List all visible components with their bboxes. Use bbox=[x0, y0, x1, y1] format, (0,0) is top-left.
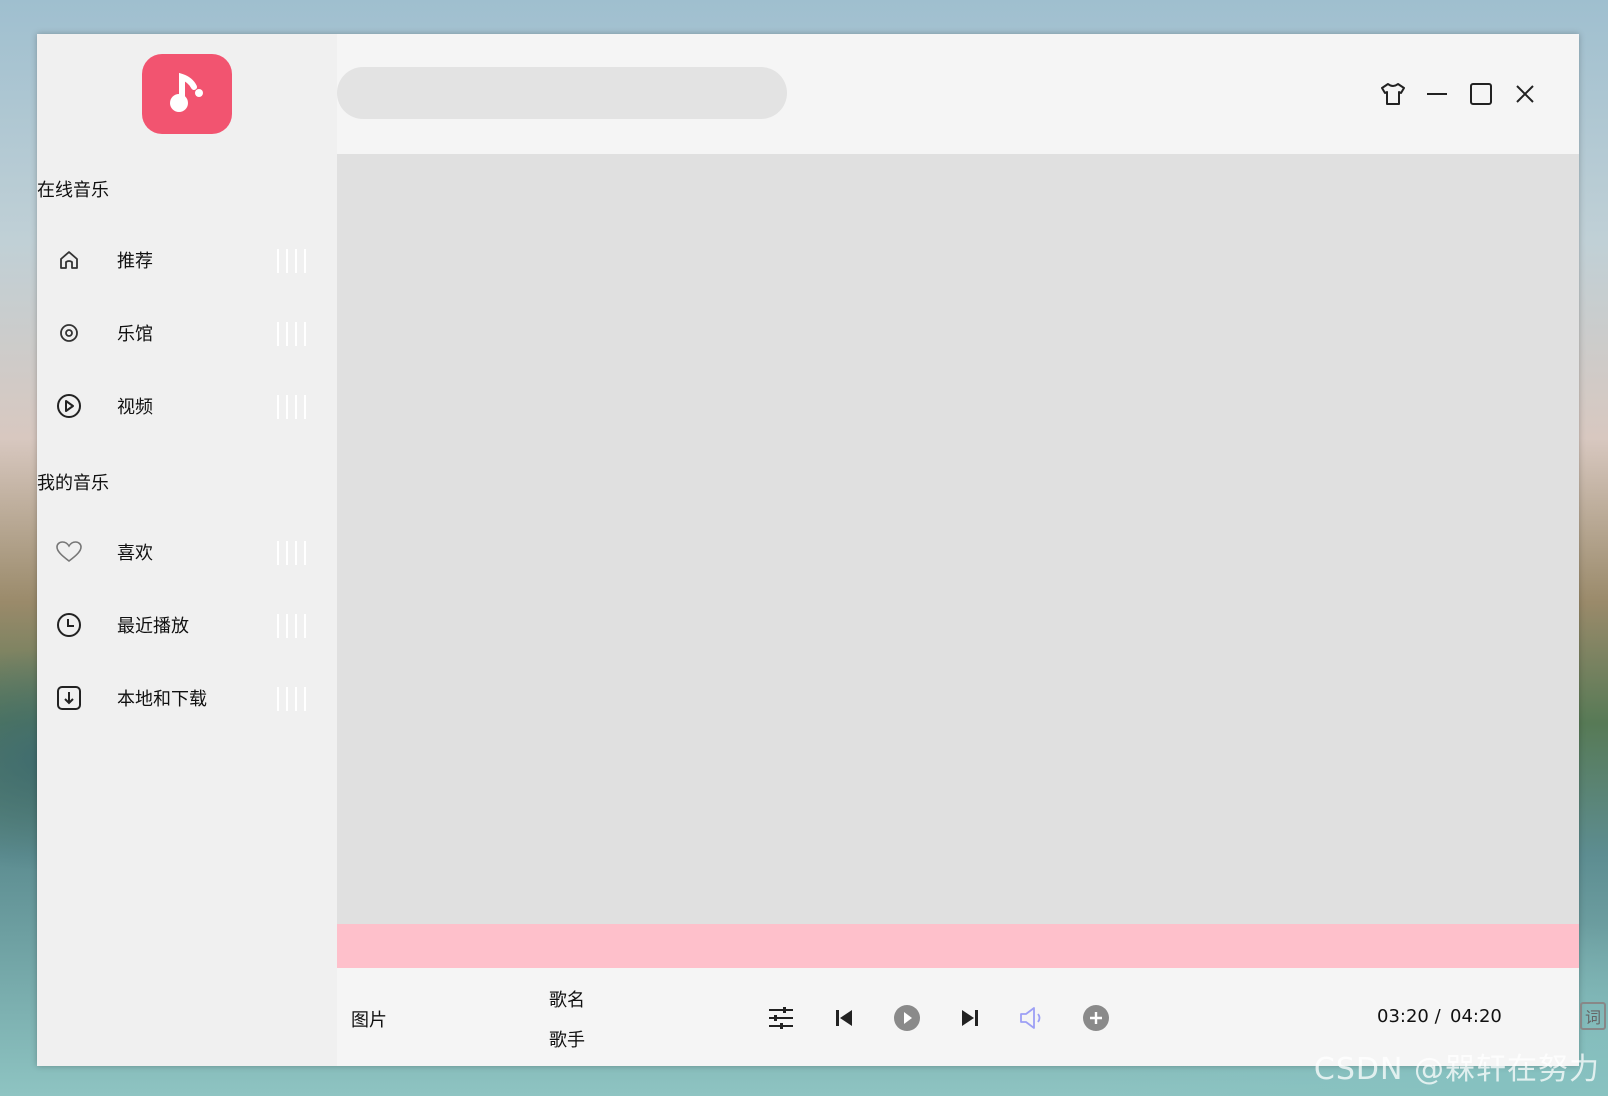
current-time: 03:20 / bbox=[1377, 1006, 1441, 1027]
sidebar-item-video[interactable]: 视频 bbox=[37, 386, 337, 426]
album-image-placeholder: 图片 bbox=[351, 1010, 387, 1031]
watermark: CSDN @槑轩在努力 bbox=[1313, 1052, 1600, 1087]
app-logo bbox=[142, 54, 232, 134]
song-name: 歌名 bbox=[549, 990, 585, 1011]
sidebar-item-recent[interactable]: 最近播放 bbox=[37, 605, 337, 645]
equalizer-bars bbox=[277, 395, 311, 419]
sidebar-item-local-download[interactable]: 本地和下载 bbox=[37, 678, 337, 718]
skip-next-icon bbox=[962, 1010, 978, 1026]
sidebar-item-label: 喜欢 bbox=[117, 543, 153, 564]
heart-icon bbox=[55, 538, 83, 566]
lyrics-button[interactable]: 词 bbox=[1580, 1002, 1606, 1030]
section-my-music: 我的音乐 bbox=[37, 473, 109, 494]
next-button[interactable] bbox=[954, 1002, 986, 1034]
progress-bar[interactable] bbox=[337, 924, 1579, 968]
equalizer-bars bbox=[277, 322, 311, 346]
sidebar: 在线音乐 推荐 乐馆 视频 我的音乐 喜欢 最近播放 本地和下载 bbox=[37, 34, 337, 1066]
previous-button[interactable] bbox=[828, 1002, 860, 1034]
close-button[interactable] bbox=[1509, 78, 1541, 110]
sidebar-item-label: 推荐 bbox=[117, 251, 153, 272]
total-time: 04:20 bbox=[1450, 1006, 1502, 1027]
section-online-music: 在线音乐 bbox=[37, 180, 109, 201]
clock-icon bbox=[55, 611, 83, 639]
sidebar-item-label: 最近播放 bbox=[117, 616, 189, 637]
download-icon bbox=[55, 684, 83, 712]
skin-button[interactable] bbox=[1377, 78, 1409, 110]
equalizer-button[interactable] bbox=[765, 1002, 797, 1034]
sidebar-item-favorites[interactable]: 喜欢 bbox=[37, 532, 337, 572]
sidebar-item-label: 乐馆 bbox=[117, 324, 153, 345]
play-circle-icon bbox=[55, 392, 83, 420]
top-bar bbox=[337, 34, 1579, 154]
minimize-icon bbox=[1427, 93, 1447, 95]
shirt-icon bbox=[1381, 83, 1405, 105]
volume-icon bbox=[1020, 1007, 1041, 1029]
disc-icon bbox=[55, 319, 83, 347]
play-button[interactable] bbox=[891, 1002, 923, 1034]
sidebar-item-label: 视频 bbox=[117, 397, 153, 418]
maximize-icon bbox=[1470, 83, 1492, 105]
sidebar-item-recommend[interactable]: 推荐 bbox=[37, 240, 337, 280]
volume-button[interactable] bbox=[1017, 1002, 1049, 1034]
home-icon bbox=[55, 246, 83, 274]
singer-name: 歌手 bbox=[549, 1030, 585, 1051]
play-icon bbox=[894, 1005, 920, 1031]
equalizer-bars bbox=[277, 249, 311, 273]
sidebar-item-label: 本地和下载 bbox=[117, 689, 207, 710]
app-window: 在线音乐 推荐 乐馆 视频 我的音乐 喜欢 最近播放 本地和下载 图片 歌名 歌… bbox=[37, 34, 1606, 1066]
minimize-button[interactable] bbox=[1421, 78, 1453, 110]
close-icon bbox=[1516, 85, 1534, 103]
plus-circle-icon bbox=[1083, 1005, 1109, 1031]
add-to-playlist-button[interactable] bbox=[1080, 1002, 1112, 1034]
music-note-icon bbox=[170, 72, 203, 112]
maximize-button[interactable] bbox=[1465, 78, 1497, 110]
sidebar-item-music-hall[interactable]: 乐馆 bbox=[37, 313, 337, 353]
equalizer-bars bbox=[277, 614, 311, 638]
main-content bbox=[337, 154, 1579, 924]
search-input[interactable] bbox=[337, 67, 787, 119]
equalizer-bars bbox=[277, 541, 311, 565]
equalizer-bars bbox=[277, 687, 311, 711]
skip-previous-icon bbox=[836, 1010, 852, 1026]
sliders-icon bbox=[769, 1007, 793, 1029]
